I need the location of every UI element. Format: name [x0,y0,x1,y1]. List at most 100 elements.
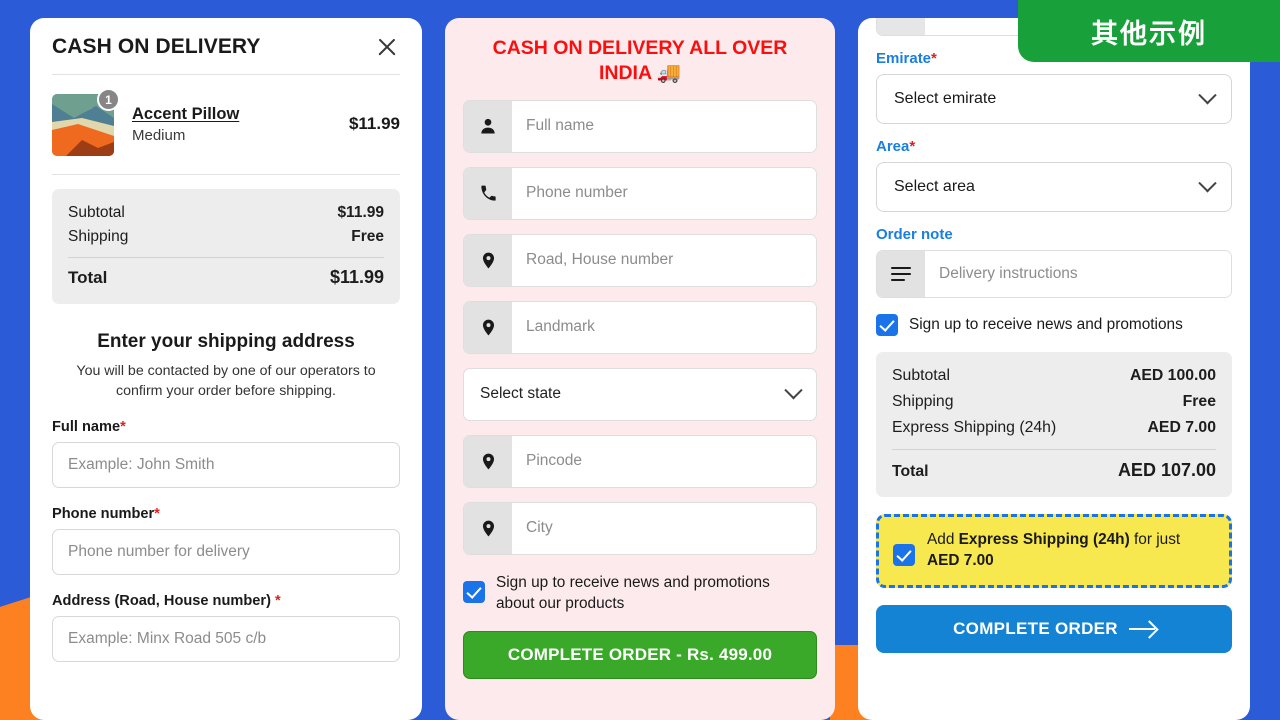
product-price: $11.99 [348,114,400,133]
location-pin-icon [464,502,512,554]
complete-order-button[interactable]: COMPLETE ORDER - Rs. 499.00 [463,631,817,680]
phone-number-input[interactable] [52,529,400,576]
upsell-price: AED 7.00 [927,551,994,569]
checkbox-checked-icon[interactable] [893,544,915,567]
address-label: Address (Road, House number) * [52,593,400,609]
summary-value: Free [1182,393,1216,410]
total-value: $11.99 [329,267,384,287]
cart-line-item: 1 Accent Pillow Medium $11.99 [52,75,400,174]
required-asterisk: * [120,419,126,436]
total-value: AED 107.00 [1117,460,1216,480]
order-note-field-group [876,250,1232,298]
newsletter-checkbox-row[interactable]: Sign up to receive news and promotions a… [463,572,817,614]
express-shipping-upsell[interactable]: Add Express Shipping (24h) for just AED … [876,514,1232,588]
chevron-down-icon [784,380,803,400]
area-select-value: Select area [894,178,975,195]
complete-order-button[interactable]: COMPLETE ORDER [876,604,1232,653]
upsell-text: Add Express Shipping (24h) for just AED … [927,530,1215,572]
checkbox-checked-icon[interactable] [876,314,898,336]
label-text: Phone number [52,506,155,523]
summary-row: Subtotal AED 100.00 [892,363,1216,389]
label-text: Full name [52,419,121,436]
page-title: CASH ON DELIVERY [52,35,261,58]
newsletter-label: Sign up to receive news and promotions a… [496,573,770,612]
shipping-address-heading: Enter your shipping address [97,331,355,352]
full-name-input[interactable] [52,442,400,489]
partial-icon [877,18,925,35]
location-pin-icon [464,435,512,487]
summary-row: Subtotal $11.99 [68,201,384,225]
arrow-right-icon [1128,627,1155,631]
close-icon[interactable] [374,34,400,60]
phone-icon [464,167,512,219]
chevron-down-icon [1198,85,1217,104]
summary-label: Subtotal [68,204,125,221]
complete-order-label: COMPLETE ORDER [953,618,1118,638]
summary-label: Shipping [892,393,954,410]
checkbox-checked-icon[interactable] [463,580,485,603]
upsell-prefix: Add [927,531,959,548]
required-asterisk: * [275,593,281,610]
label-text: Address (Road, House number) [52,593,271,610]
area-select[interactable]: Select area [876,162,1232,212]
shipping-address-subtext: You will be contacted by one of our oper… [76,363,376,400]
area-label: Area* [876,138,1232,155]
address-input[interactable] [52,616,400,663]
emirate-select-value: Select emirate [894,90,997,107]
total-label: Total [68,268,108,287]
upsell-offer-name: Express Shipping (24h) [958,531,1130,548]
label-text: Area [876,138,910,155]
product-variant: Medium [132,126,186,144]
label-text: Emirate [876,50,932,67]
required-asterisk: * [931,50,937,67]
landmark-input[interactable] [512,301,816,353]
emirate-select[interactable]: Select emirate [876,74,1232,124]
product-details: Accent Pillow Medium [132,105,335,144]
summary-value: AED 7.00 [1147,419,1217,436]
summary-separator [68,257,384,258]
other-examples-badge: 其他示例 [1018,0,1280,62]
chevron-down-icon [1198,173,1217,192]
cod-india-panel: CASH ON DELIVERY ALL OVER INDIA 🚚 Select… [445,18,835,720]
summary-row: Shipping Free [892,389,1216,415]
location-pin-icon [464,234,512,286]
summary-total-row: Total $11.99 [68,264,384,291]
required-asterisk: * [909,138,916,155]
summary-row: Express Shipping (24h) AED 7.00 [892,415,1216,441]
newsletter-label: Sign up to receive news and promotions [909,316,1183,334]
summary-label: Subtotal [892,367,950,384]
total-label: Total [892,463,929,480]
uae-checkout-panel: Emirate* Select emirate Area* Select are… [858,18,1250,720]
landmark-field-group [463,300,817,354]
hamburger-lines [891,266,911,282]
summary-label: Shipping [68,228,129,245]
quantity-badge: 1 [97,88,120,111]
divider [52,174,400,175]
panel2-title: CASH ON DELIVERY ALL OVER INDIA 🚚 [492,37,788,84]
person-icon [464,100,512,152]
summary-value: AED 100.00 [1129,367,1216,384]
order-note-input[interactable] [925,251,1231,297]
state-select[interactable]: Select state [463,367,817,421]
summary-row: Shipping Free [68,225,384,249]
road-house-field-group [463,233,817,287]
road-house-input[interactable] [512,234,816,286]
panel1-header: CASH ON DELIVERY [52,18,400,74]
order-note-label: Order note [876,226,953,243]
pincode-input[interactable] [512,435,816,487]
full-name-input[interactable] [512,100,816,152]
summary-value: $11.99 [337,204,384,221]
summary-label: Express Shipping (24h) [892,419,1057,436]
product-name-link[interactable]: Accent Pillow [132,105,335,124]
full-name-label: Full name* [52,419,400,435]
pincode-field-group [463,434,817,488]
product-thumbnail-wrap: 1 [52,88,120,157]
summary-total-row: Total AED 107.00 [892,456,1216,485]
list-lines-icon [877,251,925,297]
required-asterisk: * [154,506,160,523]
newsletter-checkbox-row[interactable]: Sign up to receive news and promotions [876,314,1232,336]
city-input[interactable] [512,502,816,554]
summary-value: Free [351,228,384,245]
phone-input[interactable] [512,167,816,219]
order-summary: Subtotal AED 100.00 Shipping Free Expres… [876,352,1232,497]
